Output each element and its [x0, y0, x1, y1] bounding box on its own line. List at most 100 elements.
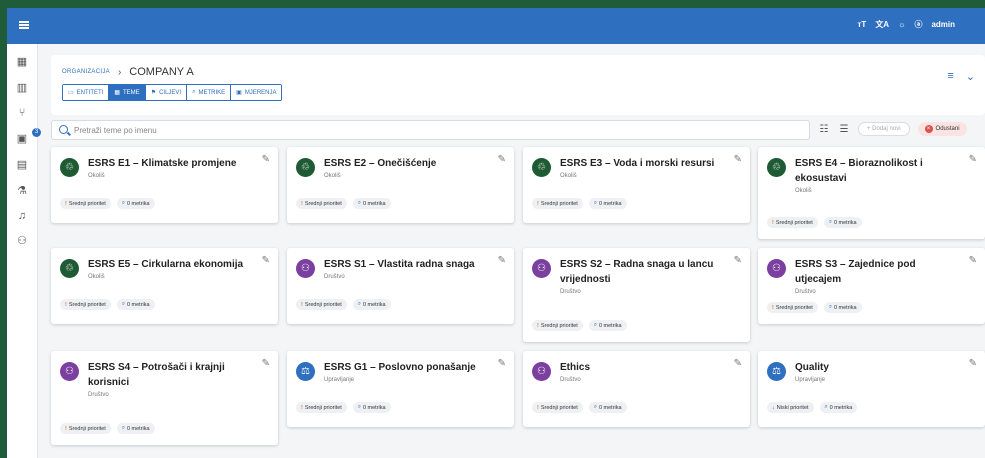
- metric-search-icon: ⌕: [828, 219, 832, 225]
- edit-icon[interactable]: ✎: [969, 358, 977, 369]
- chevron-down-icon[interactable]: ⌄: [966, 70, 975, 83]
- flag-icon: ⚑: [150, 90, 157, 96]
- map-icon[interactable]: ▥: [15, 81, 29, 95]
- dashboard-icon[interactable]: ▦: [15, 55, 29, 69]
- breadcrumb-separator: ›: [117, 66, 122, 78]
- exclamation-icon: !: [537, 404, 539, 411]
- metric-search-icon: ⌕: [121, 425, 125, 431]
- sort-icon[interactable]: ☰: [838, 124, 850, 135]
- edit-icon[interactable]: ✎: [498, 358, 506, 369]
- social-category-icon: ⚇: [767, 259, 786, 278]
- account-icon[interactable]: ⓐ: [914, 19, 922, 30]
- brightness-icon[interactable]: ☼: [898, 20, 905, 29]
- metric-search-icon: ⌕: [121, 200, 125, 206]
- topic-card[interactable]: ⚇ ESRS S4 – Potrošači i krajnji korisnici…: [51, 351, 278, 445]
- metrics-label: 0 metrika: [598, 322, 622, 329]
- card-title-text: ESRS E3 – Voda i morski resursi: [560, 158, 715, 169]
- metrics-chip: ⌕ 0 metrika: [116, 299, 155, 310]
- edit-icon[interactable]: ✎: [734, 358, 742, 369]
- priority-label: Srednji prioritet: [68, 200, 106, 207]
- tab-label: MJERENJA: [244, 89, 277, 96]
- edit-icon[interactable]: ✎: [262, 358, 270, 369]
- topic-card[interactable]: ⚇ Ethics Društvo ✎! Srednji prioritet ⌕ 0 metr…: [523, 351, 750, 427]
- exclamation-icon: !: [301, 301, 303, 308]
- user-name[interactable]: admin: [931, 20, 955, 29]
- edit-icon[interactable]: ✎: [262, 255, 270, 266]
- topic-card[interactable]: ⚇ ESRS S1 – Vlastita radna snaga Društvo ✎!…: [287, 248, 514, 324]
- card-title-text: Ethics: [560, 362, 591, 373]
- card-title: ESRS E2 – Onečišćenje Okoliš: [324, 156, 489, 181]
- chat-icon[interactable]: ▣ 3: [15, 128, 41, 146]
- tab-teme[interactable]: ▦ TEME: [109, 85, 146, 100]
- tab-metrike[interactable]: ⌕ METRIKE: [187, 85, 232, 100]
- edit-icon[interactable]: ✎: [498, 154, 506, 165]
- tab-mjerenja[interactable]: ▣ MJERENJA: [231, 85, 282, 100]
- tab-bar: ▭ ENTITETI ▦ TEME ⚑ CILJEVI ⌕ METRIKE ▣ MJERE…: [62, 84, 283, 101]
- card-title-text: ESRS E2 – Onečišćenje: [324, 158, 437, 169]
- priority-chip: ! Srednji prioritet: [296, 299, 347, 310]
- text-size-icon[interactable]: ᴛT: [858, 20, 867, 29]
- card-category: Okoliš: [88, 274, 105, 280]
- page-header: ORGANIZACIJA › COMPANY A ▭ ENTITETI ▦ TEME…: [51, 55, 985, 115]
- metrics-label: 0 metrika: [126, 425, 150, 432]
- table-icon: ▦: [114, 90, 121, 96]
- tab-label: TEME: [123, 89, 140, 96]
- edit-icon[interactable]: ✎: [734, 255, 742, 266]
- bell-icon[interactable]: ♫: [15, 209, 29, 223]
- search-icon: [59, 125, 68, 134]
- priority-label: Srednji prioritet: [68, 301, 106, 308]
- tab-label: CILJEVI: [159, 89, 182, 96]
- social-category-icon: ⚇: [296, 259, 315, 278]
- priority-chip: ! Srednji prioritet: [767, 217, 818, 228]
- topic-card[interactable]: ♲ ESRS E1 – Klimatske promjene Okoliš ✎! Sre…: [51, 147, 278, 223]
- card-title: ESRS S3 – Zajednice pod utjecajem Društvo: [795, 257, 960, 297]
- topic-card[interactable]: ⚇ ESRS S3 – Zajednice pod utjecajem Društv…: [758, 248, 985, 324]
- top-actions: ᴛT 文A ☼ ⓐ admin: [858, 19, 956, 30]
- metrics-chip: ⌕ 0 metrika: [352, 299, 391, 310]
- metrics-chip: ⌕ 0 metrika: [116, 198, 155, 209]
- edit-icon[interactable]: ✎: [498, 255, 506, 266]
- edit-icon[interactable]: ✎: [969, 154, 977, 165]
- search-input[interactable]: [74, 123, 794, 138]
- tab-entiteti[interactable]: ▭ ENTITETI: [63, 85, 110, 100]
- topic-card[interactable]: ⚖ ESRS G1 – Poslovno ponašanje Upravljanje…: [287, 351, 514, 427]
- edit-icon[interactable]: ✎: [734, 154, 742, 165]
- env-category-icon: ♲: [767, 158, 786, 177]
- close-icon: ×: [924, 125, 933, 133]
- card-title: Quality Upravljanje: [795, 360, 960, 385]
- lab-flask-icon[interactable]: ⚗: [15, 184, 29, 198]
- priority-chip: ! Srednji prioritet: [767, 302, 818, 313]
- topic-card[interactable]: ♲ ESRS E2 – Onečišćenje Okoliš ✎! Srednji pr…: [287, 147, 514, 223]
- users-icon[interactable]: ⚇: [15, 234, 29, 248]
- translate-icon[interactable]: 文A: [875, 19, 889, 30]
- metrics-label: 0 metrika: [362, 404, 386, 411]
- social-category-icon: ⚇: [532, 259, 551, 278]
- cancel-label: Odustani: [935, 126, 960, 132]
- metric-search-icon: ⌕: [357, 301, 361, 307]
- topic-card[interactable]: ♲ ESRS E5 – Cirkularna ekonomija Okoliš ✎! S…: [51, 248, 278, 324]
- filter-icon[interactable]: ☷: [818, 124, 830, 135]
- tab-ciljevi[interactable]: ⚑ CILJEVI: [145, 85, 188, 100]
- priority-label: Srednji prioritet: [304, 200, 342, 207]
- topic-card[interactable]: ⚖ Quality Upravljanje ✎ ↓ Niski prioritet ⌕ 0 m…: [758, 351, 985, 427]
- topic-card[interactable]: ♲ ESRS E4 – Bioraznolikost i ekosustavi Ok…: [758, 147, 985, 239]
- add-new-button[interactable]: + Dodaj novi: [858, 122, 910, 136]
- metrics-chip: ⌕ 0 metrika: [588, 320, 627, 331]
- edit-icon[interactable]: ✎: [262, 154, 270, 165]
- card-title-text: ESRS S2 – Radna snaga u lancu vrijednost…: [560, 259, 714, 285]
- list-view-icon[interactable]: ≡: [947, 70, 953, 83]
- breadcrumb-root[interactable]: ORGANIZACIJA: [62, 69, 110, 75]
- exclamation-icon: !: [65, 200, 67, 207]
- report-icon[interactable]: ▤: [15, 158, 29, 172]
- social-category-icon: ⚇: [532, 362, 551, 381]
- topic-card[interactable]: ⚇ ESRS S2 – Radna snaga u lancu vrijednos…: [523, 248, 750, 342]
- priority-label: Srednji prioritet: [304, 301, 342, 308]
- topic-card[interactable]: ♲ ESRS E3 – Voda i morski resursi Okoliš ✎!…: [523, 147, 750, 223]
- env-category-icon: ♲: [60, 259, 79, 278]
- menu-icon[interactable]: [19, 21, 29, 29]
- edit-icon[interactable]: ✎: [969, 255, 977, 266]
- card-title-text: ESRS E1 – Klimatske promjene: [88, 158, 237, 169]
- search-metric-icon: ⌕: [192, 89, 196, 95]
- cancel-button[interactable]: × Odustani: [917, 122, 967, 136]
- hierarchy-icon[interactable]: ⑂: [15, 106, 29, 120]
